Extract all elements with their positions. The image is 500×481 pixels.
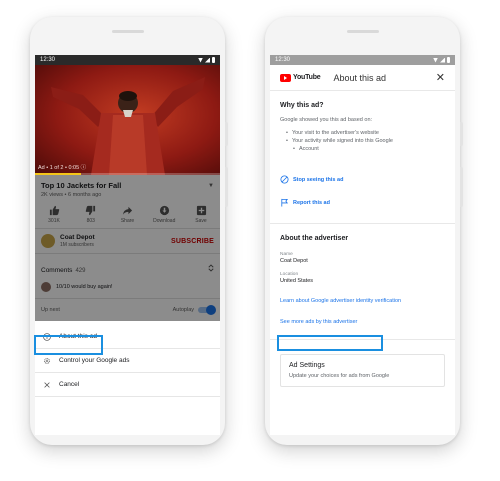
see-more-ads-link[interactable]: See more ads by this advertiser [280, 319, 445, 325]
block-icon [280, 175, 289, 184]
youtube-wordmark: YouTube [293, 74, 321, 81]
download-label: Download [153, 218, 176, 224]
channel-avatar[interactable] [41, 234, 55, 248]
share-icon [122, 206, 133, 215]
why-this-ad-section: Why this ad? Google showed you this ad b… [270, 91, 455, 207]
phone-speaker [347, 30, 379, 33]
page-title: About this ad [333, 72, 387, 83]
video-person-image [50, 77, 205, 175]
ad-settings-title: Ad Settings [289, 362, 325, 369]
signal-icon [205, 57, 210, 63]
reason-list: Your visit to the advertiser's website Y… [280, 129, 445, 153]
dislike-button[interactable]: 803 [78, 205, 104, 224]
phone-speaker [112, 30, 144, 33]
reason-item: Your activity while signed into this Goo… [286, 137, 445, 145]
status-bar: 12:30 [35, 55, 220, 65]
stop-seeing-ad-link[interactable]: Stop seeing this ad [280, 175, 445, 184]
chevron-down-icon[interactable]: ▼ [208, 183, 214, 189]
status-time: 12:30 [40, 57, 56, 63]
dislike-count: 803 [86, 218, 95, 224]
about-ad-header: YouTube About this ad ✕ [270, 65, 455, 91]
phone-side-button [225, 122, 228, 146]
why-this-ad-title: Why this ad? [280, 102, 324, 109]
about-this-ad-highlight [34, 335, 103, 355]
cancel-label: Cancel [59, 381, 80, 388]
learn-identity-verification-link[interactable]: Learn about Google advertiser identity v… [280, 298, 445, 304]
thumbs-down-icon [86, 205, 96, 216]
stop-seeing-ad-label: Stop seeing this ad [293, 176, 344, 183]
video-title: Top 10 Jackets for Fall [41, 181, 122, 190]
comments-count: 429 [75, 268, 86, 274]
close-icon [44, 381, 50, 388]
battery-icon [212, 57, 215, 63]
why-this-ad-text: Google showed you this ad based on: [280, 117, 373, 123]
commenter-avatar [41, 282, 51, 292]
see-more-ads-highlight [277, 335, 383, 351]
channel-subscribers: 1M subscribers [60, 242, 94, 248]
like-count: 301K [48, 218, 60, 224]
youtube-play-icon [280, 73, 291, 82]
save-button[interactable]: Save [188, 205, 214, 224]
advertiser-location-value: United States [280, 278, 314, 284]
video-actions: 301K 803 Share Download Save [35, 198, 220, 229]
share-button[interactable]: Share [115, 205, 141, 224]
phone-side-button [460, 122, 463, 146]
wifi-icon [198, 57, 203, 63]
reason-item: Your visit to the advertiser's website [286, 129, 445, 137]
comment-item: 10/10 would buy again! [35, 280, 220, 299]
about-advertiser-title: About the advertiser [280, 235, 349, 242]
right-screen: 12:30 YouTube About this ad ✕ Why this a… [270, 55, 455, 435]
like-button[interactable]: 301K [41, 205, 67, 224]
download-icon [159, 205, 169, 216]
ad-settings-card[interactable]: Ad Settings Update your choices for ads … [280, 354, 445, 387]
reason-item-continued: Account [286, 145, 445, 153]
reason-item-text: Account [298, 146, 319, 152]
up-next-row: Up next Autoplay [35, 299, 220, 321]
left-screen: 12:30 Ad • 1 of 2 • 0:05 ⓘ Top 10 Jacket… [35, 55, 220, 435]
youtube-logo: YouTube [280, 73, 321, 82]
thumbs-up-icon [49, 205, 59, 216]
advertiser-name-label: Name [280, 252, 293, 257]
comment-text: 10/10 would buy again! [56, 284, 113, 290]
video-player[interactable]: Ad • 1 of 2 • 0:05 ⓘ [35, 65, 220, 175]
autoplay-toggle[interactable] [198, 305, 216, 315]
save-label: Save [195, 218, 207, 224]
ad-settings-subtitle: Update your choices for ads from Google [289, 373, 390, 379]
flag-icon [281, 198, 289, 207]
signal-icon [440, 57, 445, 63]
right-phone: 12:30 YouTube About this ad ✕ Why this a… [265, 17, 463, 445]
toggle-knob [206, 305, 216, 315]
phone-side-button [460, 167, 463, 207]
comments-header[interactable]: Comments 429 [35, 254, 220, 280]
video-meta: 2K views • 6 months ago [41, 192, 102, 198]
gear-icon [44, 357, 50, 364]
dimmed-video-details: Top 10 Jackets for Fall ▼ 2K views • 6 m… [35, 175, 220, 321]
wifi-icon [433, 57, 438, 63]
expand-icon[interactable] [208, 264, 214, 272]
left-phone: 12:30 Ad • 1 of 2 • 0:05 ⓘ Top 10 Jacket… [30, 17, 228, 445]
report-ad-label: Report this ad [293, 199, 330, 206]
about-advertiser-section: About the advertiser Name Coat Depot Loc… [270, 224, 455, 325]
close-icon[interactable]: ✕ [436, 71, 445, 84]
advertiser-location-label: Location [280, 272, 299, 277]
download-button[interactable]: Download [151, 205, 177, 224]
status-time: 12:30 [275, 57, 291, 63]
report-ad-link[interactable]: Report this ad [280, 198, 445, 207]
share-label: Share [120, 218, 135, 224]
advertiser-name-value: Coat Depot [280, 258, 308, 264]
autoplay-label: Autoplay [172, 307, 194, 313]
cancel-menu-item[interactable]: Cancel [35, 373, 220, 397]
playlist-add-icon [196, 205, 206, 216]
up-next-label: Up next [41, 307, 60, 313]
phone-side-button [225, 167, 228, 207]
control-google-ads-label: Control your Google ads [59, 357, 130, 364]
channel-row[interactable]: Coat Depot 1M subscribers SUBSCRIBE [35, 229, 220, 254]
battery-icon [447, 57, 450, 63]
subscribe-button[interactable]: SUBSCRIBE [171, 238, 214, 245]
ad-label: Ad • 1 of 2 • 0:05 ⓘ [38, 165, 87, 171]
channel-name: Coat Depot [60, 234, 95, 241]
comments-label: Comments [41, 267, 73, 274]
status-bar: 12:30 [270, 55, 455, 65]
